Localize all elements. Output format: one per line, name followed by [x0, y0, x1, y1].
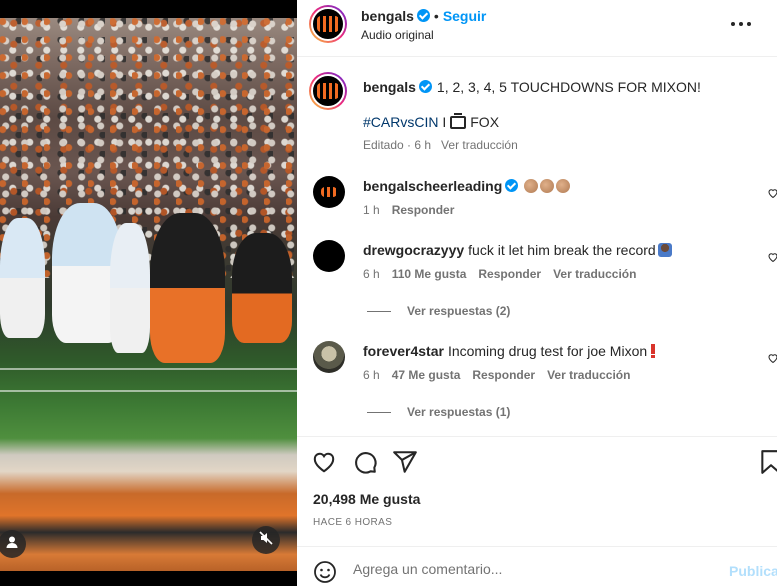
audio-link[interactable]: Audio original — [361, 28, 434, 42]
comment-body: forever4star Incoming drug test for joe M… — [363, 343, 656, 359]
comment-item: forever4star Incoming drug test for joe M… — [297, 341, 777, 421]
post-media[interactable] — [0, 0, 297, 586]
comment-item: drewgocrazyyy fuck it let him break the r… — [297, 240, 777, 320]
comment-likes[interactable]: 110 Me gusta — [392, 267, 467, 281]
exclamation-icon — [651, 344, 656, 358]
bengals-logo-icon — [317, 83, 339, 99]
author-username[interactable]: bengals — [361, 8, 414, 24]
hashtag-separator: I — [442, 114, 447, 130]
comment-time: 1 h — [363, 203, 380, 217]
author-line: bengals • Seguir — [361, 8, 486, 24]
clapping-hands-icon — [556, 179, 571, 193]
video-player-figure — [150, 213, 225, 363]
comment-input[interactable] — [353, 561, 713, 577]
comment-body: drewgocrazyyy fuck it let him break the r… — [363, 242, 672, 258]
replies-divider — [367, 412, 391, 413]
video-player-figure — [0, 218, 45, 338]
likes-count[interactable]: 20,498 Me gusta — [313, 491, 420, 507]
comment-meta: 1 h Responder — [363, 203, 466, 217]
user-tag-icon — [5, 535, 19, 554]
view-replies-button[interactable]: Ver respuestas (1) — [367, 405, 510, 419]
yard-line — [0, 390, 297, 392]
comment-like-heart-icon[interactable] — [767, 250, 777, 263]
mute-button[interactable] — [252, 526, 280, 554]
comment-like-heart-icon[interactable] — [767, 186, 777, 199]
commenter-username[interactable]: bengalscheerleading — [363, 178, 502, 194]
reply-button[interactable]: Responder — [472, 368, 535, 382]
network-label: FOX — [470, 114, 500, 130]
verified-icon — [416, 9, 430, 22]
comment-meta: 6 h 47 Me gusta Responder Ver traducción — [363, 368, 642, 382]
heart-icon[interactable] — [311, 449, 339, 477]
view-replies-label: Ver respuestas (1) — [407, 405, 511, 419]
yard-line — [0, 368, 297, 370]
edited-time: Editado · 6 h — [363, 138, 432, 152]
comments-scroll-area[interactable]: bengals 1, 2, 3, 4, 5 TOUCHDOWNS FOR MIXO… — [297, 58, 777, 436]
comment-text: fuck it let him break the record — [468, 242, 656, 258]
comment-time: 6 h — [363, 368, 380, 382]
view-replies-label: Ver respuestas (2) — [407, 304, 511, 318]
video-player-figure — [232, 233, 292, 343]
follow-button[interactable]: Seguir — [443, 8, 487, 24]
share-icon[interactable] — [392, 449, 420, 477]
publish-button[interactable]: Publicar — [729, 563, 777, 579]
comment-likes[interactable]: 47 Me gusta — [392, 368, 461, 382]
caption-text: 1, 2, 3, 4, 5 TOUCHDOWNS FOR MIXON! — [436, 79, 701, 95]
verified-icon — [418, 80, 432, 93]
dot-separator: • — [433, 8, 439, 24]
comment-time: 6 h — [363, 267, 380, 281]
post-sidebar: bengals • Seguir Audio original bengals 1, … — [297, 0, 777, 586]
clapping-hands-icon — [540, 179, 555, 193]
bookmark-icon[interactable] — [758, 449, 777, 477]
clapping-hands-icon — [524, 179, 539, 193]
view-replies-button[interactable]: Ver respuestas (2) — [367, 304, 510, 318]
commenter-username[interactable]: forever4star — [363, 343, 444, 359]
reply-button[interactable]: Responder — [478, 267, 541, 281]
cheerleading-logo-icon — [321, 187, 337, 197]
comment-text: Incoming drug test for joe Mixon — [447, 343, 648, 359]
commenter-avatar[interactable] — [313, 341, 345, 373]
comment-icon[interactable] — [352, 449, 380, 477]
replies-divider — [367, 311, 391, 312]
mute-icon — [259, 530, 273, 550]
see-translation-link[interactable]: Ver traducción — [547, 368, 630, 382]
hashtag-link[interactable]: #CARvsCIN — [363, 114, 438, 130]
caption-meta: Editado · 6 h Ver traducción — [363, 138, 518, 152]
commenter-username[interactable]: drewgocrazyyy — [363, 242, 464, 258]
verified-icon — [505, 179, 519, 192]
commenter-avatar[interactable] — [313, 240, 345, 272]
video-player-figure — [110, 223, 150, 353]
caption-username[interactable]: bengals — [363, 79, 416, 95]
add-comment-bar: Publicar — [297, 546, 777, 586]
comment-like-heart-icon[interactable] — [767, 351, 777, 364]
comment-item: bengalscheerleading 1 h Responder — [297, 176, 777, 226]
post-timestamp[interactable]: HACE 6 HORAS — [313, 517, 392, 528]
more-options-icon[interactable] — [731, 22, 753, 28]
see-translation-link[interactable]: Ver traducción — [553, 267, 636, 281]
see-translation-link[interactable]: Ver traducción — [441, 138, 518, 152]
post-actions: 20,498 Me gusta HACE 6 HORAS — [297, 436, 777, 546]
caption-author-avatar[interactable] — [309, 72, 347, 110]
caption-hashtags: #CARvsCIN I FOX — [363, 113, 500, 130]
commenter-avatar[interactable] — [313, 176, 345, 208]
bengals-logo-icon — [317, 16, 339, 32]
post-video[interactable] — [0, 18, 297, 571]
person-shrugging-icon — [657, 243, 672, 257]
author-avatar[interactable] — [309, 5, 347, 43]
comment-meta: 6 h 110 Me gusta Responder Ver traducción — [363, 267, 648, 281]
comment-body: bengalscheerleading — [363, 178, 571, 194]
post-header: bengals • Seguir Audio original — [297, 0, 777, 57]
reply-button[interactable]: Responder — [392, 203, 455, 217]
tv-icon — [450, 113, 467, 129]
caption: bengals 1, 2, 3, 4, 5 TOUCHDOWNS FOR MIXO… — [363, 78, 763, 96]
emoji-icon[interactable] — [313, 560, 337, 586]
